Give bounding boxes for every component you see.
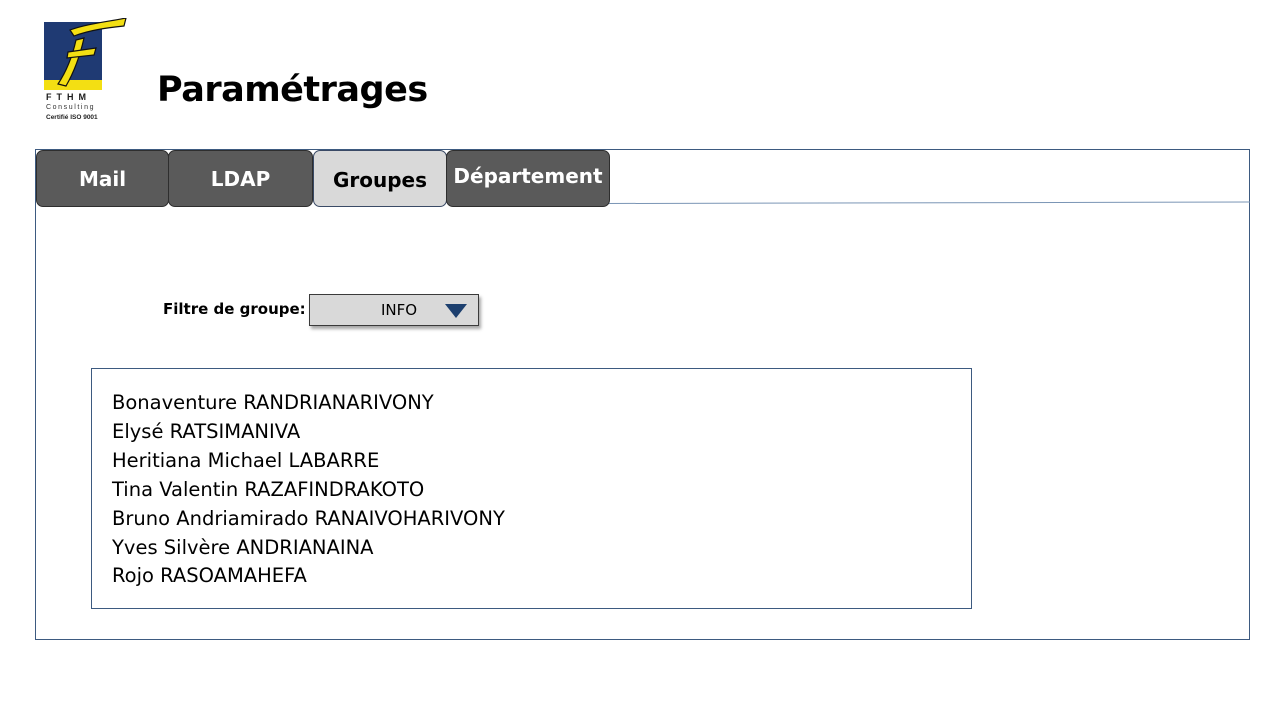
company-logo: FTHM Consulting Certifié ISO 9001: [44, 18, 128, 124]
members-list: Bonaventure RANDRIANARIVONY Elysé RATSIM…: [112, 389, 505, 591]
tab-ldap[interactable]: LDAP: [168, 150, 313, 207]
list-item[interactable]: Bruno Andriamirado RANAIVOHARIVONY: [112, 505, 505, 534]
logo-subtitle: Consulting: [46, 104, 96, 111]
group-members-list: Bonaventure RANDRIANARIVONY Elysé RATSIM…: [91, 368, 972, 609]
logo-brand: FTHM: [46, 92, 91, 102]
list-item[interactable]: Yves Silvère ANDRIANAINA: [112, 534, 505, 563]
tab-label: Département: [453, 164, 603, 188]
tab-departement[interactable]: Département: [446, 150, 610, 207]
tab-label: Mail: [78, 166, 127, 191]
caret-down-icon[interactable]: [445, 304, 467, 318]
page-title: Paramétrages: [157, 70, 428, 110]
list-item[interactable]: Elysé RATSIMANIVA: [112, 418, 505, 447]
logo-certification: Certifié ISO 9001: [46, 114, 98, 121]
group-filter-dropdown[interactable]: INFO: [309, 294, 479, 326]
tab-groupes[interactable]: Groupes: [313, 150, 447, 207]
list-item[interactable]: Heritiana Michael LABARRE: [112, 447, 505, 476]
group-filter-label: Filtre de groupe:: [163, 300, 306, 318]
list-item[interactable]: Rojo RASOAMAHEFA: [112, 562, 505, 591]
list-item[interactable]: Tina Valentin RAZAFINDRAKOTO: [112, 476, 505, 505]
tab-label: LDAP: [210, 166, 271, 191]
logo-f-icon: [57, 18, 127, 87]
tab-mail[interactable]: Mail: [36, 150, 169, 207]
tab-label: Groupes: [332, 167, 428, 192]
list-item[interactable]: Bonaventure RANDRIANARIVONY: [112, 389, 505, 418]
